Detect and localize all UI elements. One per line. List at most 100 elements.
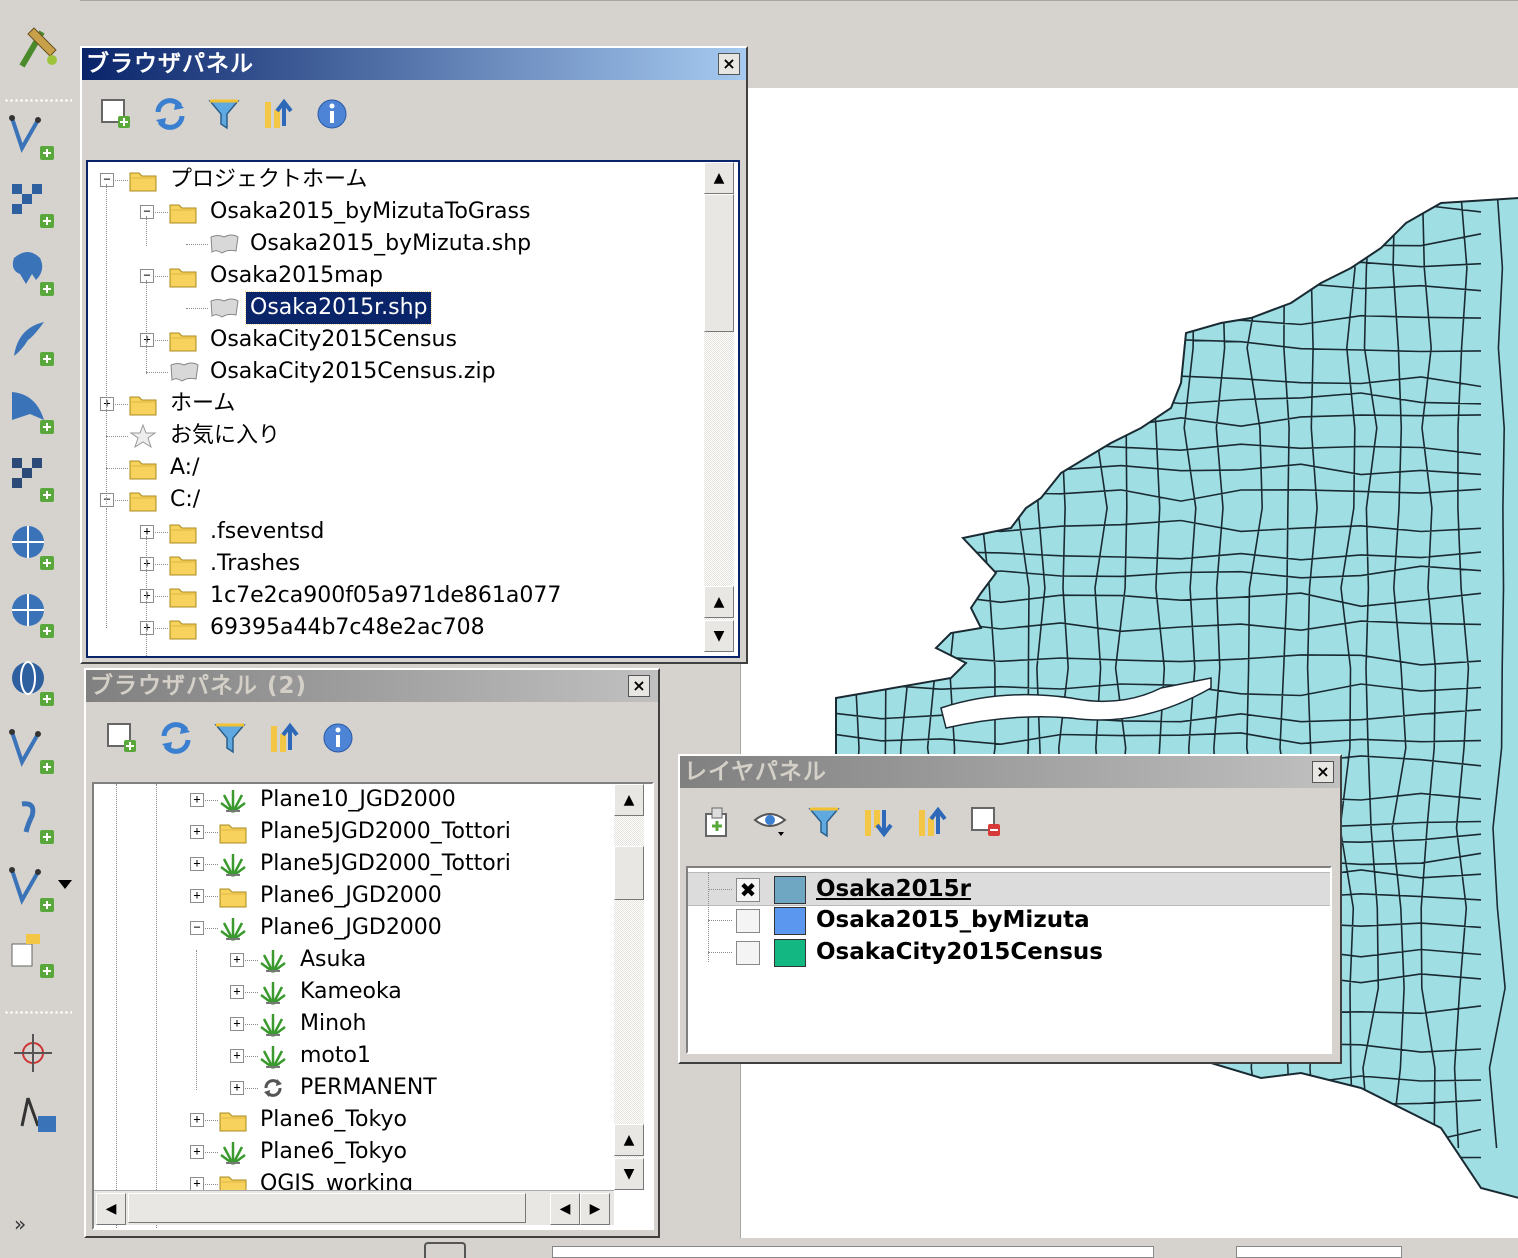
expand-icon[interactable]: + [140, 621, 154, 635]
tree-item[interactable]: − Osaka2015_byMizutaToGrass [88, 196, 738, 228]
coordinate-field[interactable] [552, 1246, 1154, 1258]
tree-item[interactable]: + .fseventsd [88, 516, 738, 548]
add-wms-layer-icon[interactable] [6, 588, 60, 642]
tree-item[interactable]: + Minoh [94, 1008, 652, 1040]
expand-icon[interactable]: + [140, 589, 154, 603]
tree-item[interactable]: + Plane6_JGD2000 [94, 880, 652, 912]
add-layer-button[interactable] [104, 720, 140, 756]
toolbar-grip[interactable] [4, 1010, 72, 1016]
scale-field[interactable] [1236, 1246, 1402, 1258]
remove-layer-button[interactable] [968, 804, 1004, 840]
vertical-scrollbar[interactable]: ▲ ▲ ▼ [614, 784, 644, 1190]
digitize-icon[interactable] [16, 22, 64, 70]
add-db2-layer-icon[interactable] [6, 452, 60, 506]
tree-item[interactable]: + PERMANENT [94, 1072, 652, 1104]
add-vector-layer-icon[interactable] [6, 110, 60, 164]
tree-item[interactable]: + Asuka [94, 944, 652, 976]
tree-item[interactable]: + .Trashes [88, 548, 738, 580]
tree-item[interactable]: − プロジェクトホーム [88, 164, 738, 196]
refresh-button[interactable] [152, 96, 188, 132]
layer-item[interactable]: Osaka2015_byMizuta [688, 904, 1330, 936]
filter-button[interactable] [206, 96, 242, 132]
expand-icon[interactable]: + [190, 1145, 204, 1159]
vertical-scrollbar[interactable]: ▲ ▲ ▼ [704, 162, 734, 652]
tree-item[interactable]: Osaka2015r.shp [88, 291, 738, 325]
tree-item[interactable]: − Plane6_JGD2000 [94, 912, 652, 944]
expand-icon[interactable]: + [190, 1113, 204, 1127]
expand-icon[interactable]: + [140, 333, 154, 347]
layer-visibility-checkbox[interactable] [736, 909, 760, 933]
expand-all-button[interactable] [860, 804, 896, 840]
measure-icon[interactable] [14, 1092, 60, 1138]
tree-item[interactable]: + moto1 [94, 1040, 652, 1072]
scroll-thumb[interactable] [128, 1193, 526, 1223]
expand-icon[interactable]: + [140, 525, 154, 539]
tree-item[interactable]: + Plane5JGD2000_Tottori [94, 816, 652, 848]
dropdown-arrow-icon[interactable] [58, 880, 72, 889]
scroll-up-button[interactable]: ▲ [614, 1124, 644, 1156]
add-virtual-layer-icon[interactable] [6, 928, 60, 982]
collapse-all-button[interactable] [260, 96, 296, 132]
layer-visibility-checkbox[interactable]: ✖ [736, 878, 760, 902]
layer-item[interactable]: ✖ Osaka2015r [688, 872, 1330, 906]
tree-item[interactable]: Osaka2015_byMizuta.shp [88, 228, 738, 260]
collapse-icon[interactable]: − [140, 205, 154, 219]
gps-icon[interactable] [10, 1030, 56, 1076]
collapse-icon[interactable]: − [140, 269, 154, 283]
add-group-button[interactable] [698, 804, 734, 840]
scroll-down-button[interactable]: ▼ [614, 1158, 644, 1190]
scroll-thumb[interactable] [704, 194, 734, 332]
browser-tree[interactable]: − プロジェクトホーム − Osaka2015_byMizutaToGrass Osak… [86, 160, 740, 658]
scroll-left-button[interactable]: ◀ [96, 1193, 126, 1225]
layer-visibility-checkbox[interactable] [736, 941, 760, 965]
add-oracle-layer-icon[interactable] [6, 520, 60, 574]
tree-item[interactable]: + Plane5JGD2000_Tottori [94, 848, 652, 880]
info-button[interactable] [314, 96, 350, 132]
filter-button[interactable] [212, 720, 248, 756]
refresh-button[interactable] [158, 720, 194, 756]
layer-panel-title[interactable]: レイヤパネル [680, 756, 1340, 788]
add-spatialite-layer-icon[interactable] [6, 316, 60, 370]
tree-item[interactable]: OsakaCity2015Census.zip [88, 356, 738, 388]
scroll-thumb[interactable] [614, 846, 644, 900]
tree-item[interactable]: − C:/ [88, 484, 738, 516]
expand-icon[interactable]: + [190, 793, 204, 807]
close-button[interactable]: × [1312, 761, 1334, 783]
close-button[interactable]: × [718, 53, 740, 75]
tree-item[interactable]: +69395a44b7c48e2ac708 [88, 612, 738, 644]
tree-item[interactable]: お気に入り [88, 420, 738, 452]
scroll-down-button[interactable]: ▼ [704, 620, 734, 652]
add-wcs-layer-icon[interactable] [6, 656, 60, 710]
collapse-icon[interactable]: − [100, 493, 114, 507]
browser-2-tree[interactable]: + Plane10_JGD2000 + Plane5JGD2000_Tottori + P… [92, 782, 654, 1230]
add-wfs-layer-icon[interactable] [6, 724, 60, 778]
map-canvas[interactable] [740, 88, 1518, 1238]
tree-item[interactable]: + Plane10_JGD2000 [94, 784, 652, 816]
horizontal-scrollbar[interactable]: ◀ ◀ ▶ [94, 1190, 614, 1225]
expand-icon[interactable]: + [190, 889, 204, 903]
browser-panel-title[interactable]: ブラウザパネル [82, 48, 746, 80]
tree-item[interactable]: A:/ [88, 452, 738, 484]
toolbar-overflow-icon[interactable]: » [14, 1212, 26, 1236]
tree-item[interactable]: + ホーム [88, 388, 738, 420]
filter-button[interactable] [806, 804, 842, 840]
tree-item[interactable]: − Osaka2015map [88, 260, 738, 292]
expand-icon[interactable]: + [190, 1177, 204, 1191]
close-button[interactable]: × [628, 675, 650, 697]
add-mssql-layer-icon[interactable] [6, 384, 60, 438]
scroll-right-button[interactable]: ▶ [580, 1193, 610, 1225]
tree-item[interactable]: + Plane6_Tokyo [94, 1104, 652, 1136]
expand-icon[interactable]: + [140, 557, 154, 571]
expand-icon[interactable]: + [230, 1017, 244, 1031]
collapse-all-button[interactable] [914, 804, 950, 840]
expand-icon[interactable]: + [230, 1081, 244, 1095]
add-layer-button[interactable] [98, 96, 134, 132]
add-postgis-layer-icon[interactable] [6, 246, 60, 300]
scroll-up-button[interactable]: ▲ [614, 784, 644, 816]
expand-icon[interactable]: + [230, 1049, 244, 1063]
scroll-up-button[interactable]: ▲ [704, 586, 734, 618]
tree-item[interactable]: +1c7e2ca900f05a971de861a077 [88, 580, 738, 612]
expand-icon[interactable]: + [230, 985, 244, 999]
expand-icon[interactable]: + [230, 953, 244, 967]
collapse-icon[interactable]: − [190, 921, 204, 935]
